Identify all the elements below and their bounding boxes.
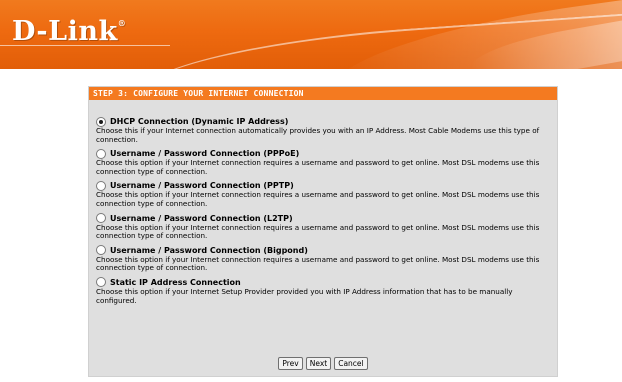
connection-options: DHCP Connection (Dynamic IP Address) Cho…: [96, 116, 551, 309]
option-description: Choose this option if your Internet conn…: [96, 158, 540, 176]
wizard-panel: STEP 3: CONFIGURE YOUR INTERNET CONNECTI…: [88, 86, 558, 377]
next-button[interactable]: Next: [305, 357, 332, 370]
option-title: Static IP Address Connection: [110, 277, 241, 287]
option-l2tp: Username / Password Connection (L2TP) Ch…: [96, 213, 551, 241]
option-title: DHCP Connection (Dynamic IP Address): [110, 117, 289, 126]
option-description: Choose this option if your Internet conn…: [96, 254, 540, 273]
wizard-buttons: Prev Next Cancel: [89, 357, 557, 370]
option-pppoe: Username / Password Connection (PPPoE) C…: [96, 148, 551, 176]
step-title: STEP 3: CONFIGURE YOUR INTERNET CONNECTI…: [89, 87, 557, 100]
radio-dhcp[interactable]: [96, 116, 106, 127]
radio-bigpond[interactable]: [96, 245, 106, 256]
option-title: Username / Password Connection (L2TP): [110, 213, 293, 223]
radio-pptp[interactable]: [96, 180, 106, 191]
dlink-logo: D-Link®: [12, 16, 126, 47]
option-description: Choose this option if your Internet Setu…: [96, 286, 513, 305]
radio-pppoe[interactable]: [96, 148, 106, 159]
option-title: Username / Password Connection (Bigpond): [110, 245, 308, 255]
option-description: Choose this option if your Internet conn…: [96, 222, 540, 241]
option-static-ip: Static IP Address Connection Choose this…: [96, 277, 551, 305]
option-pptp: Username / Password Connection (PPTP) Ch…: [96, 180, 551, 208]
option-description: Choose this option if your Internet conn…: [96, 190, 540, 208]
prev-button[interactable]: Prev: [278, 357, 303, 370]
option-dhcp: DHCP Connection (Dynamic IP Address) Cho…: [96, 116, 551, 144]
option-title: Username / Password Connection (PPTP): [110, 181, 294, 191]
logo-registered-mark: ®: [117, 18, 127, 28]
option-l2tp-label[interactable]: Username / Password Connection (L2TP): [96, 213, 551, 224]
logo-text: D-Link: [12, 16, 118, 47]
radio-static-ip[interactable]: [96, 277, 106, 288]
header-banner: D-Link®: [0, 0, 622, 69]
cancel-button[interactable]: Cancel: [334, 357, 368, 370]
option-title: Username / Password Connection (PPPoE): [110, 149, 300, 159]
radio-l2tp[interactable]: [96, 213, 106, 224]
option-description: Choose this if your Internet connection …: [96, 126, 540, 144]
option-bigpond: Username / Password Connection (Bigpond)…: [96, 245, 551, 273]
